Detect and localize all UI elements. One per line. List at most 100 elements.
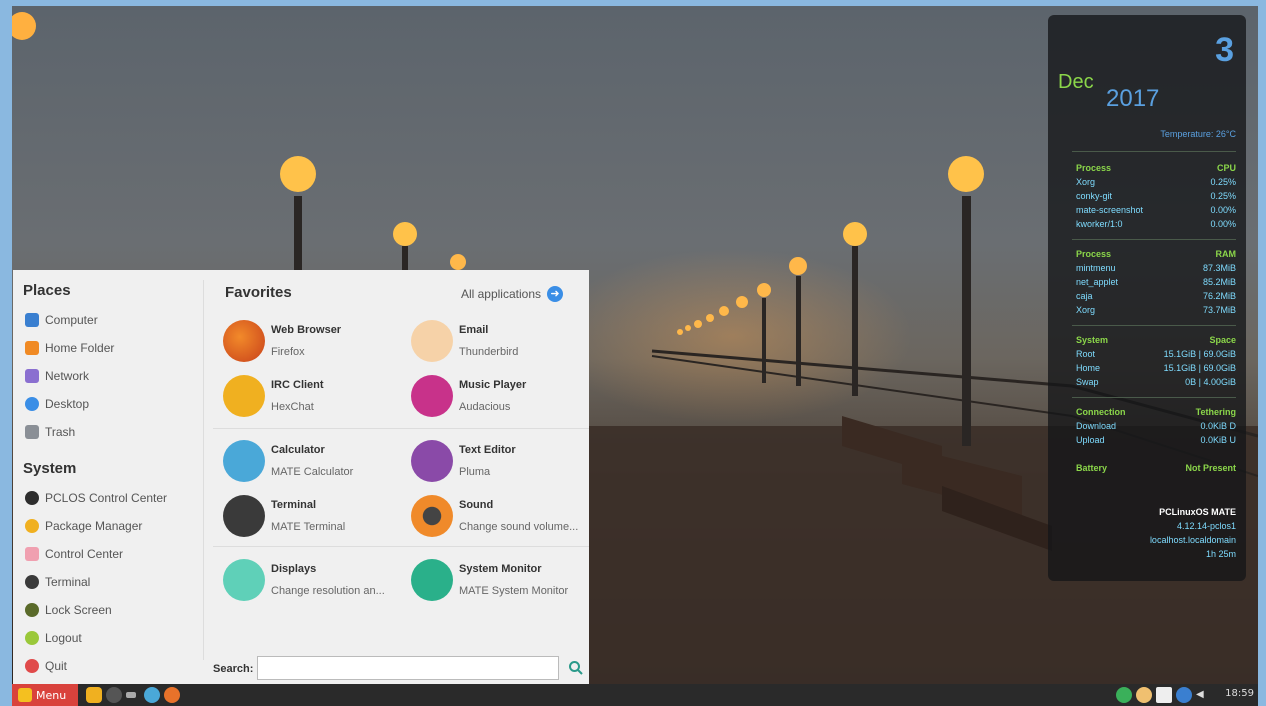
system-label: Quit — [45, 659, 68, 673]
system-package-manager[interactable]: Package Manager — [25, 514, 142, 538]
places-panel: Places Computer Home Folder Network Desk… — [13, 270, 203, 684]
app-desc: Thunderbird — [459, 346, 519, 358]
logout-icon — [25, 631, 39, 645]
app-system-monitor[interactable]: System Monitor MATE System Monitor — [411, 557, 591, 605]
system-label: Control Center — [45, 547, 124, 561]
show-desktop-icon[interactable] — [126, 692, 136, 698]
network-icon — [25, 369, 39, 383]
app-desc: Audacious — [459, 401, 511, 413]
space-header: System Space — [1076, 335, 1236, 349]
net-row: Download 0.0KiB D — [1076, 421, 1236, 435]
battery-label: Battery — [1076, 463, 1108, 473]
cpu-row: mate-screenshot 0.00% — [1076, 205, 1236, 219]
app-music-player[interactable]: Music Player Audacious — [411, 373, 591, 421]
conky-day: 3 — [1215, 31, 1234, 69]
uptime: 1h 25m — [1205, 549, 1236, 559]
process-name: mintmenu — [1076, 263, 1116, 273]
divider — [1072, 239, 1236, 240]
system-lock-screen[interactable]: Lock Screen — [25, 598, 112, 622]
system-pclos-control-center[interactable]: PCLOS Control Center — [25, 486, 167, 510]
place-computer[interactable]: Computer — [25, 308, 98, 332]
kernel-version: 4.12.14-pclos1 — [1176, 521, 1236, 531]
app-calculator[interactable]: Calculator MATE Calculator — [223, 438, 403, 486]
app-desc: Change sound volume... — [459, 521, 579, 533]
system-terminal[interactable]: Terminal — [25, 570, 90, 594]
package-manager-icon — [25, 519, 39, 533]
system-logout[interactable]: Logout — [25, 626, 82, 650]
app-text-editor[interactable]: Text Editor Pluma — [411, 438, 591, 486]
cpu-header-right: CPU — [1216, 163, 1236, 173]
cpu-row: conky-git 0.25% — [1076, 191, 1236, 205]
place-label: Home Folder — [45, 341, 115, 355]
calculator-icon — [223, 440, 265, 482]
search-input[interactable] — [257, 656, 559, 680]
favorites-title: Favorites — [225, 284, 292, 301]
process-name: conky-git — [1076, 191, 1113, 201]
system-control-center[interactable]: Control Center — [25, 542, 123, 566]
app-terminal[interactable]: Terminal MATE Terminal — [223, 493, 403, 541]
package-launcher-icon[interactable] — [144, 687, 160, 703]
menu-button[interactable]: Menu — [12, 684, 78, 706]
all-applications-button[interactable]: All applications ➜ — [461, 286, 563, 302]
app-name: Calculator — [271, 444, 325, 456]
space-row: Root 15.1GiB | 69.0GiB — [1076, 349, 1236, 363]
user-icon[interactable] — [1136, 687, 1152, 703]
app-web-browser[interactable]: Web Browser Firefox — [223, 318, 403, 366]
cpu-header-left: Process — [1076, 163, 1112, 173]
disk-name: Swap — [1076, 377, 1099, 387]
divider — [1072, 151, 1236, 152]
ram-row: caja 76.2MiB — [1076, 291, 1236, 305]
volume-icon[interactable]: ◀ — [1196, 687, 1208, 703]
process-value: 0.00% — [1210, 205, 1236, 215]
process-value: 0.25% — [1210, 177, 1236, 187]
process-value: 73.7MiB — [1202, 305, 1236, 315]
place-desktop[interactable]: Desktop — [25, 392, 89, 416]
net-header-left: Connection — [1076, 407, 1126, 417]
app-name: Web Browser — [271, 324, 342, 336]
place-network[interactable]: Network — [25, 364, 89, 388]
disk-value: 0B | 4.00GiB — [1185, 377, 1236, 387]
net-row: Upload 0.0KiB U — [1076, 435, 1236, 449]
search-icon[interactable] — [568, 660, 584, 676]
updates-ok-icon[interactable] — [1116, 687, 1132, 703]
place-label: Computer — [45, 313, 98, 327]
lock-icon — [25, 603, 39, 617]
conky-widget: 3 Dec 2017 Temperature: 26°C Process CPU… — [1048, 15, 1246, 581]
place-trash[interactable]: Trash — [25, 420, 75, 444]
space-row: Swap 0B | 4.00GiB — [1076, 377, 1236, 391]
process-name: mate-screenshot — [1076, 205, 1144, 215]
place-label: Network — [45, 369, 90, 383]
place-home-folder[interactable]: Home Folder — [25, 336, 114, 360]
clock[interactable]: 18:59 — [1225, 688, 1254, 699]
folder-launcher-icon[interactable] — [86, 687, 102, 703]
app-email[interactable]: Email Thunderbird — [411, 318, 591, 366]
app-name: Email — [459, 324, 489, 336]
disk-name: Home — [1076, 363, 1101, 373]
app-name: System Monitor — [459, 563, 542, 575]
app-irc-client[interactable]: IRC Client HexChat — [223, 373, 403, 421]
system-label: Package Manager — [45, 519, 143, 533]
control-center-icon — [25, 547, 39, 561]
places-title: Places — [23, 282, 71, 299]
favorites-divider — [213, 546, 589, 547]
net-name: Download — [1076, 421, 1117, 431]
firefox-launcher-icon[interactable] — [164, 687, 180, 703]
app-desc: MATE Calculator — [271, 466, 354, 478]
cpu-header: Process CPU — [1076, 163, 1236, 177]
display-icon — [223, 559, 265, 601]
checkbox-tray-icon[interactable] — [1156, 687, 1172, 703]
app-name: Text Editor — [459, 444, 516, 456]
space-header-right: Space — [1209, 335, 1236, 345]
app-sound[interactable]: Sound Change sound volume... — [411, 493, 591, 541]
sound-icon — [411, 495, 453, 537]
network-tray-icon[interactable] — [1176, 687, 1192, 703]
process-value: 87.3MiB — [1202, 263, 1236, 273]
all-applications-label: All applications — [460, 287, 541, 301]
net-header: Connection Tethering — [1076, 407, 1236, 421]
place-label: Desktop — [45, 397, 90, 411]
system-quit[interactable]: Quit — [25, 654, 67, 678]
app-displays[interactable]: Displays Change resolution an... — [223, 557, 403, 605]
conky-temperature: Temperature: 26°C — [1160, 129, 1236, 139]
app-desc: Pluma — [459, 466, 491, 478]
terminal-launcher-icon[interactable] — [106, 687, 122, 703]
